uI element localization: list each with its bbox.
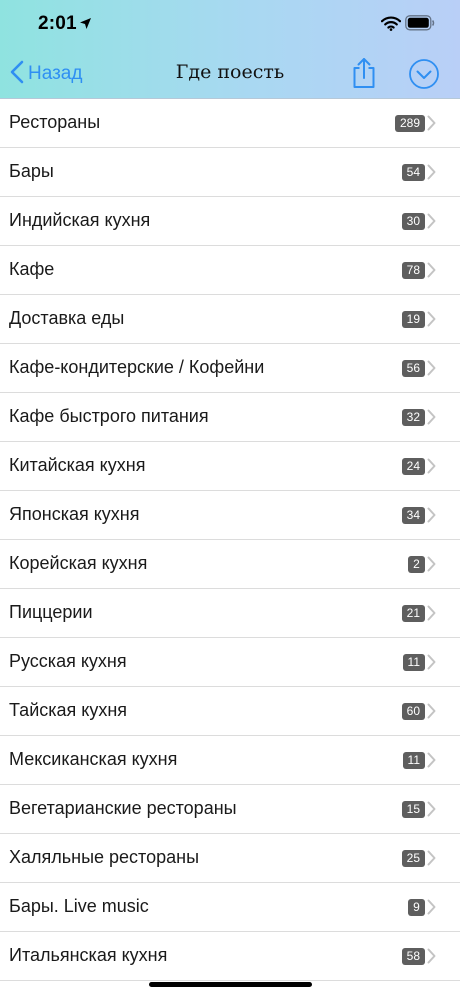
category-row[interactable]: Пиццерии 21 [0, 589, 460, 638]
status-bar: 2:01 [0, 0, 460, 50]
category-row[interactable]: Китайская кухня 24 [0, 442, 460, 491]
chevron-right-icon [427, 752, 436, 773]
count-badge: 34 [401, 507, 425, 524]
count-badge: 15 [401, 801, 425, 818]
category-label: Корейская кухня [9, 553, 148, 573]
chevron-right-icon [427, 409, 436, 430]
share-button[interactable] [351, 57, 377, 94]
more-options-button[interactable] [408, 58, 440, 95]
category-row[interactable]: Мексиканская кухня 11 [0, 736, 460, 785]
category-label: Кафе-кондитерские / Кофейни [9, 357, 265, 377]
chevron-right-icon [427, 164, 436, 185]
category-row[interactable]: Кафе быстрого питания 32 [0, 393, 460, 442]
category-row[interactable]: Японская кухня 34 [0, 491, 460, 540]
chevron-right-icon [427, 311, 436, 332]
share-icon [351, 58, 377, 93]
category-row[interactable]: Кафе 78 [0, 246, 460, 295]
category-label: Доставка еды [9, 308, 125, 328]
count-badge: 289 [394, 115, 425, 132]
count-badge: 21 [401, 605, 425, 622]
count-badge: 25 [401, 850, 425, 867]
count-badge: 11 [402, 654, 425, 671]
category-label: Бары. Live music [9, 896, 149, 916]
category-row[interactable]: Итальянская кухня 58 [0, 932, 460, 981]
category-row[interactable]: Кафе-кондитерские / Кофейни 56 [0, 344, 460, 393]
count-badge: 30 [401, 213, 425, 230]
count-badge: 58 [401, 948, 425, 965]
chevron-right-icon [427, 458, 436, 479]
navigation-bar: Назад Где поесть [0, 50, 460, 98]
battery-icon [405, 15, 435, 36]
category-label: Рестораны [9, 112, 101, 132]
count-badge: 54 [401, 164, 425, 181]
chevron-right-icon [427, 703, 436, 724]
category-row[interactable]: Халяльные рестораны 25 [0, 834, 460, 883]
chevron-right-icon [427, 654, 436, 675]
count-badge: 56 [401, 360, 425, 377]
category-list: Рестораны 289 Бары 54 Индийская кухня 30 Кафе 7… [0, 99, 460, 981]
category-label: Кафе [9, 259, 55, 279]
chevron-right-icon [427, 213, 436, 234]
category-label: Халяльные рестораны [9, 847, 200, 867]
category-row[interactable]: Тайская кухня 60 [0, 687, 460, 736]
page-title: Где поесть [175, 61, 285, 83]
chevron-right-icon [427, 262, 436, 283]
category-row[interactable]: Бары 54 [0, 148, 460, 197]
category-row[interactable]: Бары. Live music 9 [0, 883, 460, 932]
category-label: Кафе быстрого питания [9, 406, 209, 426]
chevron-right-icon [427, 850, 436, 871]
chevron-down-circle-icon [408, 59, 440, 94]
category-row[interactable]: Индийская кухня 30 [0, 197, 460, 246]
category-label: Японская кухня [9, 504, 140, 524]
chevron-right-icon [427, 899, 436, 920]
chevron-right-icon [427, 605, 436, 626]
category-row[interactable]: Доставка еды 19 [0, 295, 460, 344]
count-badge: 9 [408, 899, 425, 916]
category-row[interactable]: Русская кухня 11 [0, 638, 460, 687]
category-label: Русская кухня [9, 651, 127, 671]
category-label: Мексиканская кухня [9, 749, 178, 769]
chevron-right-icon [427, 556, 436, 577]
home-indicator [149, 982, 312, 987]
category-label: Тайская кухня [9, 700, 128, 720]
category-label: Индийская кухня [9, 210, 151, 230]
count-badge: 2 [408, 556, 425, 573]
wifi-icon [380, 16, 402, 36]
count-badge: 60 [401, 703, 425, 720]
location-arrow-icon [79, 17, 92, 35]
chevron-right-icon [427, 948, 436, 969]
category-label: Пиццерии [9, 602, 93, 622]
category-label: Итальянская кухня [9, 945, 168, 965]
header: 2:01 Назад Где поесть [0, 0, 460, 99]
chevron-right-icon [427, 360, 436, 381]
count-badge: 32 [401, 409, 425, 426]
chevron-right-icon [427, 115, 436, 136]
category-label: Китайская кухня [9, 455, 146, 475]
category-label: Бары [9, 161, 54, 181]
count-badge: 78 [401, 262, 425, 279]
chevron-right-icon [427, 507, 436, 528]
status-time: 2:01 [38, 13, 77, 34]
category-row[interactable]: Корейская кухня 2 [0, 540, 460, 589]
count-badge: 11 [402, 752, 425, 769]
category-row[interactable]: Рестораны 289 [0, 99, 460, 148]
count-badge: 24 [401, 458, 425, 475]
count-badge: 19 [401, 311, 425, 328]
chevron-right-icon [427, 801, 436, 822]
category-label: Вегетарианские рестораны [9, 798, 237, 818]
category-row[interactable]: Вегетарианские рестораны 15 [0, 785, 460, 834]
